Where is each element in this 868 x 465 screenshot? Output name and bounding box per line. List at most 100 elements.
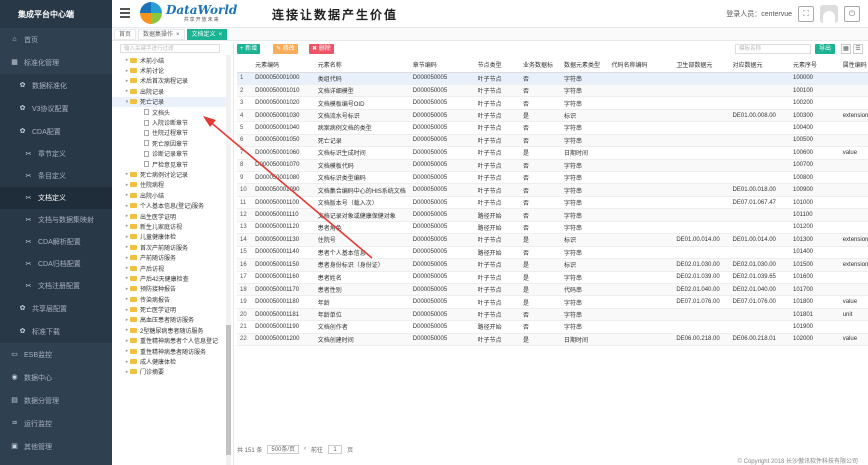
prev-page-icon[interactable]: ‹ — [304, 446, 306, 452]
tree-node[interactable]: ▸ 传染病报告 — [112, 294, 230, 304]
sidebar-item[interactable]: ▤ 数据分管理 — [0, 389, 112, 412]
page-tab[interactable]: 数据集操作 × — [138, 28, 185, 40]
tree-node[interactable]: 死亡原因章节 — [112, 138, 230, 148]
tree-node[interactable]: ▸ 死亡医学证明 — [112, 304, 230, 315]
tree-node[interactable]: ▸ 高血压患者随访服务 — [112, 315, 230, 325]
tree-filter-input[interactable]: 输入关键字进行过滤 — [120, 44, 220, 53]
tree-node[interactable]: ▸ 术前小结 — [112, 55, 230, 65]
tree-node[interactable]: ▸ 首次产前随访服务 — [112, 242, 230, 252]
table-row[interactable]: 17 D000050001160 患者姓名 D000050005 叶子节点是字符串 DE0… — [237, 271, 868, 284]
tree-node[interactable]: ▸ 预防接种报告 — [112, 284, 230, 294]
tree-node[interactable]: ▸ 死亡病例讨论记录 — [112, 169, 230, 179]
tree-node[interactable]: ▸ 成人健康体检 — [112, 356, 230, 367]
table-row[interactable]: 5 D000050001040 病案病例文档的类型 D000050005 叶子节点否字符… — [237, 121, 868, 135]
delete-button[interactable]: ✖ 删除 — [309, 44, 334, 54]
table-row[interactable]: 3 D000050001020 文档模板编号OID D000050005 叶子节点否字符… — [237, 96, 868, 110]
sidebar-item[interactable]: ✿ 标准下载 — [0, 320, 112, 343]
sidebar-item[interactable]: ▦ 标准化管理 — [0, 51, 112, 74]
columns-icon[interactable]: ☰ — [853, 44, 863, 54]
table-row[interactable]: 15 D000050001140 患者个人基本信息 D000050005 路径开始否字符… — [237, 246, 868, 260]
tree-node[interactable]: 诊断记录章节 — [112, 149, 230, 159]
tree-node[interactable]: ▸ 出院记录 — [112, 86, 230, 96]
column-header[interactable]: 卫生部数据元 — [673, 58, 730, 73]
template-search-input[interactable]: 模板名称 — [735, 44, 811, 54]
column-header[interactable]: 对应数据元 — [729, 58, 790, 73]
sidebar-item[interactable]: ▭ ESB监控 — [0, 343, 112, 366]
tree-node[interactable]: ▸ 出生医学证明 — [112, 211, 230, 221]
grid-view-icon[interactable]: ▦ — [841, 44, 851, 54]
table-row[interactable]: 16 D000050001150 患者身份标识（身份证） D000050005 叶子节点… — [237, 258, 868, 272]
tree-node[interactable]: ▸ 2型糖尿病患者随访服务 — [112, 325, 230, 335]
column-header[interactable]: 代码名称编码 — [608, 58, 674, 73]
sidebar-item[interactable]: ✿ 数据标准化 — [0, 74, 112, 97]
edit-button[interactable]: ✎ 修改 — [273, 44, 298, 54]
sidebar-item[interactable]: ♒ 运行监控 — [0, 412, 112, 435]
column-header[interactable]: 数据元素类型 — [561, 58, 609, 73]
table-row[interactable]: 12 D000050001110 文档记录对象或健康保健对象 D000050005 路径… — [237, 208, 868, 222]
tree-node[interactable]: ▾ 死亡记录 — [112, 96, 230, 107]
table-row[interactable]: 10 D000050001090 文档集合编码中心的HIS系统文档 D00005000… — [237, 183, 868, 197]
table-row[interactable]: 13 D000050001120 患者角色 D000050005 路径开始否字符串 101… — [237, 221, 868, 235]
column-header[interactable]: 属性编码 — [839, 58, 868, 73]
tree-scrollbar[interactable] — [226, 55, 231, 465]
sidebar-item[interactable]: ⌂ 首页 — [0, 28, 112, 51]
column-header[interactable]: 元素编码 — [252, 58, 315, 73]
column-header[interactable]: 业务数据标 — [519, 58, 562, 73]
table-row[interactable]: 6 D000050001050 死亡记录 D000050005 叶子节点否字符串 1005… — [237, 134, 868, 148]
tree-node[interactable]: ▸ 新生儿家庭访视 — [112, 221, 230, 231]
column-header[interactable]: 元素序号 — [790, 58, 840, 73]
page-number-input[interactable]: 1 — [328, 444, 343, 454]
tree-node[interactable]: ▸ 产前随访服务 — [112, 252, 230, 263]
table-row[interactable]: 18 D000050001170 患者性别 D000050005 叶子节点是代码串 DE0… — [237, 283, 868, 297]
sidebar-item[interactable]: ✿ 共享层配置 — [0, 297, 112, 320]
tree-node[interactable]: ▸ 产后访视 — [112, 263, 230, 273]
table-row[interactable]: 9 D000050001080 文档标识类型编码 D000050005 叶子节点否字符串… — [237, 171, 868, 185]
table-row[interactable]: 7 D000050001060 文档标识生成时间 D000050005 叶子节点是日期时… — [237, 146, 868, 160]
sidebar-item[interactable]: ✿ CDA配置 — [0, 120, 112, 143]
sidebar-item[interactable]: ✂ 文档定义 — [0, 187, 112, 209]
table-row[interactable]: 21 D000050001190 文档创作者 D000050005 路径开始否字符串 10… — [237, 320, 868, 334]
sidebar-item[interactable]: ✂ 文档注册配置 — [0, 275, 112, 297]
tree-node[interactable]: ▸ 住院病程 — [112, 180, 230, 190]
tree-node[interactable]: 尸检意见章节 — [112, 159, 230, 169]
tree-node[interactable]: ▸ 儿童健康体检 — [112, 232, 230, 242]
tree-node[interactable]: ▸ 术前讨论 — [112, 65, 230, 76]
menu-toggle-icon[interactable] — [120, 8, 130, 18]
tree-node[interactable]: 文档头 — [112, 107, 230, 117]
add-button[interactable]: + 新增 — [237, 44, 261, 54]
avatar[interactable] — [820, 5, 838, 23]
tree-node[interactable]: ▸ 个人基本信息(登记)服务 — [112, 200, 230, 211]
column-header[interactable] — [237, 58, 253, 73]
tree-node[interactable]: 入院诊断章节 — [112, 117, 230, 127]
sidebar-item[interactable]: ✂ CDA归档配置 — [0, 253, 112, 275]
table-row[interactable]: 8 D000050001070 文档模板代码 D000050005 叶子节点否字符串 10… — [237, 159, 868, 173]
sidebar-item[interactable]: ✿ V3协议配置 — [0, 97, 112, 120]
page-tab[interactable]: 文档定义 × — [186, 28, 228, 40]
export-button[interactable]: 导出 — [815, 44, 836, 54]
page-size-select[interactable]: 500条/页 — [267, 444, 300, 454]
close-icon[interactable]: × — [219, 32, 223, 38]
page-tab[interactable]: 首页 — [114, 28, 137, 40]
column-header[interactable]: 节点类型 — [474, 58, 520, 73]
table-row[interactable]: 20 D000050001181 年龄单位 D000050005 叶子节点否字符串 101… — [237, 308, 868, 322]
tree-node[interactable]: 住院过程章节 — [112, 128, 230, 138]
table-row[interactable]: 2 D000050001010 文档详细模型 D000050005 叶子节点否字符串 10… — [237, 84, 868, 98]
column-header[interactable]: 元素名称 — [314, 58, 410, 73]
sidebar-item[interactable]: ✂ 章节定义 — [0, 143, 112, 165]
tree-scroll-thumb[interactable] — [226, 325, 231, 455]
table-row[interactable]: 14 D000050001130 住院号 D000050005 叶子节点是标识 DE01.… — [237, 233, 868, 247]
sidebar-item[interactable]: ◉ 数据中心 — [0, 366, 112, 389]
tree-node[interactable]: ▸ 出院小结 — [112, 190, 230, 200]
logout-button[interactable]: ⏻ — [844, 6, 860, 22]
table-row[interactable]: 1 D000050001000 类组代码 D000050005 叶子节点否字符串 1000… — [237, 72, 868, 85]
table-row[interactable]: 11 D000050001100 文档版本号（载入次） D000050005 叶子节点否… — [237, 196, 868, 210]
close-icon[interactable]: × — [176, 32, 180, 38]
table-row[interactable]: 4 D000050001030 文档流水号标识 D000050005 叶子节点是标识 DE… — [237, 109, 868, 123]
table-row[interactable]: 22 D000050001200 文档创建时间 D000050005 叶子节点是日期时间… — [237, 333, 868, 347]
sidebar-item[interactable]: ✂ 文档与数据集映射 — [0, 209, 112, 231]
sidebar-item[interactable]: ▣ 其他管理 — [0, 435, 112, 458]
sidebar-item[interactable]: ✂ 条目定义 — [0, 165, 112, 187]
column-header[interactable]: 章节编码 — [409, 58, 475, 73]
sidebar-item[interactable]: ✂ CDA解析配置 — [0, 231, 112, 253]
tree-node[interactable]: ▸ 产后42天健康检查 — [112, 273, 230, 283]
